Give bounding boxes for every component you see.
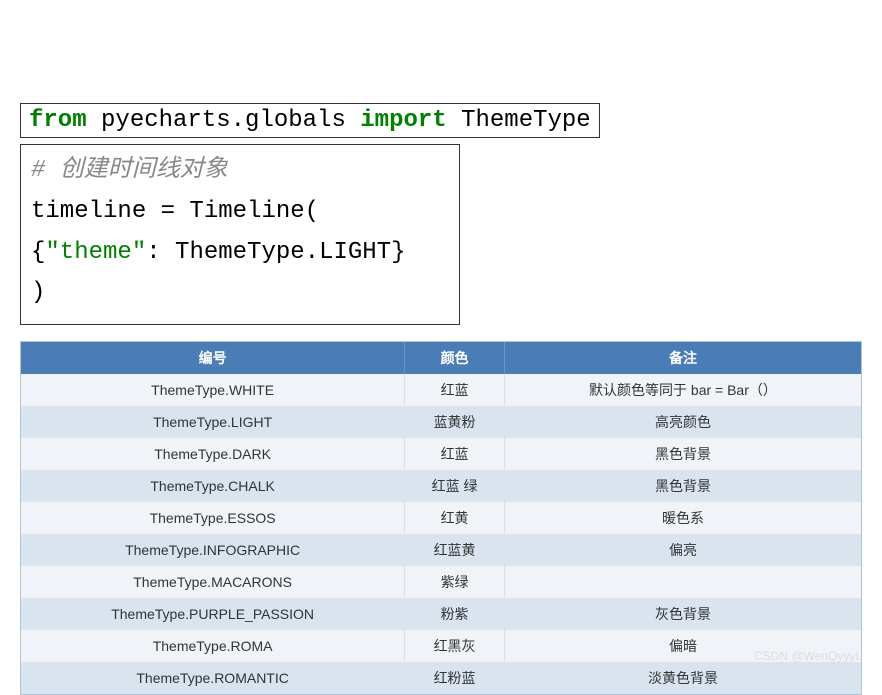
table-row: ThemeType.CHALK红蓝 绿黑色背景 [21,470,861,502]
cell-color: 红蓝 [405,374,505,406]
table-row: ThemeType.ESSOS红黄暖色系 [21,502,861,534]
header-color: 颜色 [405,342,505,374]
cell-color: 紫绿 [405,566,505,598]
module-path: pyecharts.globals [87,107,361,134]
cell-color: 红蓝 [405,438,505,470]
table-row: ThemeType.INFOGRAPHIC红蓝黄偏亮 [21,534,861,566]
table-row: ThemeType.ROMANTIC红粉蓝淡黄色背景 [21,662,861,694]
cell-color: 红蓝黄 [405,534,505,566]
code-timeline-block: # 创建时间线对象 timeline = Timeline( {"theme":… [20,144,460,325]
cell-note: 灰色背景 [504,598,861,630]
table-row: ThemeType.ROMA红黑灰偏暗 [21,630,861,662]
import-name: ThemeType [447,107,591,134]
code-import-line: from pyecharts.globals import ThemeType [20,103,600,138]
cell-note: 黑色背景 [504,438,861,470]
cell-id: ThemeType.PURPLE_PASSION [21,598,405,630]
cell-note: 偏亮 [504,534,861,566]
table-row: ThemeType.MACARONS紫绿 [21,566,861,598]
header-note: 备注 [504,342,861,374]
cell-id: ThemeType.INFOGRAPHIC [21,534,405,566]
cell-color: 红粉蓝 [405,662,505,694]
code-indent-brace: { [31,239,45,266]
cell-id: ThemeType.ESSOS [21,502,405,534]
cell-id: ThemeType.ROMA [21,630,405,662]
keyword-import: import [360,107,446,134]
table-row: ThemeType.PURPLE_PASSION粉紫灰色背景 [21,598,861,630]
cell-id: ThemeType.WHITE [21,374,405,406]
code-close-paren: ) [31,273,449,314]
cell-note: 黑色背景 [504,470,861,502]
cell-color: 红黑灰 [405,630,505,662]
cell-color: 粉紫 [405,598,505,630]
keyword-from: from [29,107,87,134]
watermark-text: CSDN @WenQyyyL [754,649,862,663]
table-row: ThemeType.WHITE红蓝默认颜色等同于 bar = Bar（） [21,374,861,406]
header-id: 编号 [21,342,405,374]
table-row: ThemeType.LIGHT蓝黄粉高亮颜色 [21,406,861,438]
cell-note: 默认颜色等同于 bar = Bar（） [504,374,861,406]
cell-id: ThemeType.LIGHT [21,406,405,438]
code-dict-value: : ThemeType.LIGHT} [146,239,405,266]
cell-id: ThemeType.CHALK [21,470,405,502]
code-comment: # 创建时间线对象 [31,151,449,192]
cell-color: 红黄 [405,502,505,534]
code-dict-key: "theme" [45,239,146,266]
cell-note [504,566,861,598]
table-header: 编号 颜色 备注 [21,342,861,374]
cell-id: ThemeType.MACARONS [21,566,405,598]
code-line-assign: timeline = Timeline( [31,192,449,233]
table-row: ThemeType.DARK红蓝黑色背景 [21,438,861,470]
cell-color: 红蓝 绿 [405,470,505,502]
cell-color: 蓝黄粉 [405,406,505,438]
table-body: ThemeType.WHITE红蓝默认颜色等同于 bar = Bar（） The… [21,374,861,694]
cell-note: 高亮颜色 [504,406,861,438]
theme-table: 编号 颜色 备注 ThemeType.WHITE红蓝默认颜色等同于 bar = … [20,341,862,695]
cell-id: ThemeType.DARK [21,438,405,470]
cell-id: ThemeType.ROMANTIC [21,662,405,694]
code-line-dict: {"theme": ThemeType.LIGHT} [31,233,449,274]
cell-note: 淡黄色背景 [504,662,861,694]
cell-note: 暖色系 [504,502,861,534]
